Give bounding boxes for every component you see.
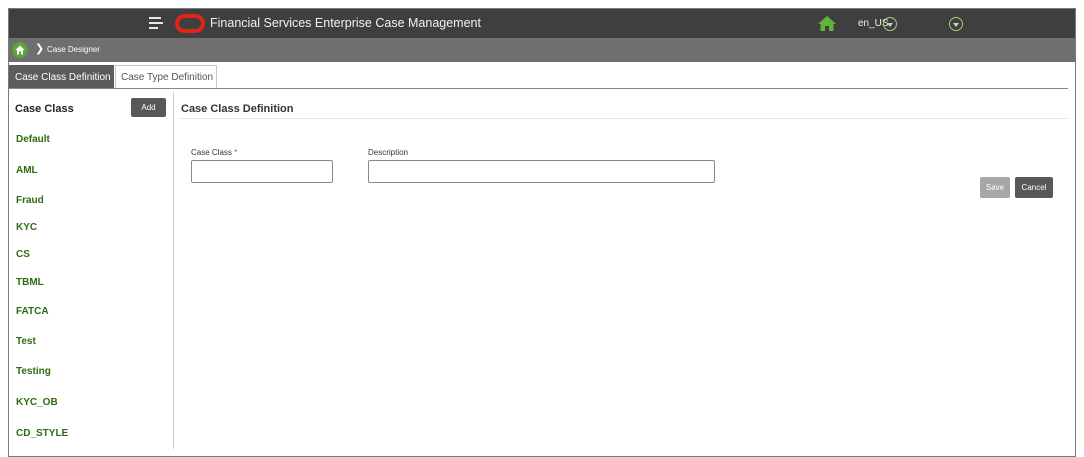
case-class-input[interactable] bbox=[191, 160, 333, 183]
sidebar-item-cd-style[interactable]: CD_STYLE bbox=[16, 428, 68, 439]
app-title: Financial Services Enterprise Case Manag… bbox=[210, 16, 481, 30]
sidebar-item-test[interactable]: Test bbox=[16, 336, 36, 347]
form-title: Case Class Definition bbox=[181, 103, 294, 115]
sidebar-item-default[interactable]: Default bbox=[16, 134, 50, 145]
form-divider bbox=[179, 118, 1068, 119]
breadcrumb-home-icon[interactable] bbox=[12, 42, 28, 58]
tab-divider bbox=[9, 88, 1068, 89]
sidebar-item-kyc-ob[interactable]: KYC_OB bbox=[16, 397, 58, 408]
case-class-label: Case Class * bbox=[191, 148, 237, 157]
sidebar-item-fraud[interactable]: Fraud bbox=[16, 195, 44, 206]
sidebar-item-kyc[interactable]: KYC bbox=[16, 222, 37, 233]
user-menu-chevron-down-icon[interactable] bbox=[949, 17, 963, 31]
case-class-sidebar: Case Class Add Default AML Fraud KYC CS … bbox=[9, 92, 174, 449]
tab-case-class-definition[interactable]: Case Class Definition bbox=[9, 65, 114, 89]
tab-case-type-definition[interactable]: Case Type Definition bbox=[115, 65, 217, 89]
oracle-logo bbox=[175, 14, 205, 33]
required-marker: * bbox=[234, 148, 238, 157]
breadcrumb-item-case-designer[interactable]: Case Designer bbox=[47, 45, 100, 54]
description-input[interactable] bbox=[368, 160, 715, 183]
breadcrumb-bar: ❯ Case Designer bbox=[9, 38, 1075, 62]
top-header-bar: Financial Services Enterprise Case Manag… bbox=[9, 9, 1075, 38]
home-icon[interactable] bbox=[817, 15, 837, 32]
sidebar-item-fatca[interactable]: FATCA bbox=[16, 306, 49, 317]
save-button[interactable]: Save bbox=[980, 177, 1010, 198]
sidebar-item-cs[interactable]: CS bbox=[16, 249, 30, 260]
chevron-right-icon: ❯ bbox=[35, 43, 45, 55]
sidebar-title: Case Class bbox=[15, 103, 74, 115]
case-class-label-text: Case Class bbox=[191, 148, 232, 157]
description-label: Description bbox=[368, 148, 409, 157]
sidebar-item-aml[interactable]: AML bbox=[16, 165, 38, 176]
sidebar-item-testing[interactable]: Testing bbox=[16, 366, 51, 377]
locale-chevron-down-icon[interactable] bbox=[883, 17, 897, 31]
sidebar-item-tbml[interactable]: TBML bbox=[16, 277, 44, 288]
hamburger-menu-icon[interactable] bbox=[149, 17, 163, 29]
add-case-class-button[interactable]: Add bbox=[131, 98, 166, 117]
cancel-button[interactable]: Cancel bbox=[1015, 177, 1053, 198]
